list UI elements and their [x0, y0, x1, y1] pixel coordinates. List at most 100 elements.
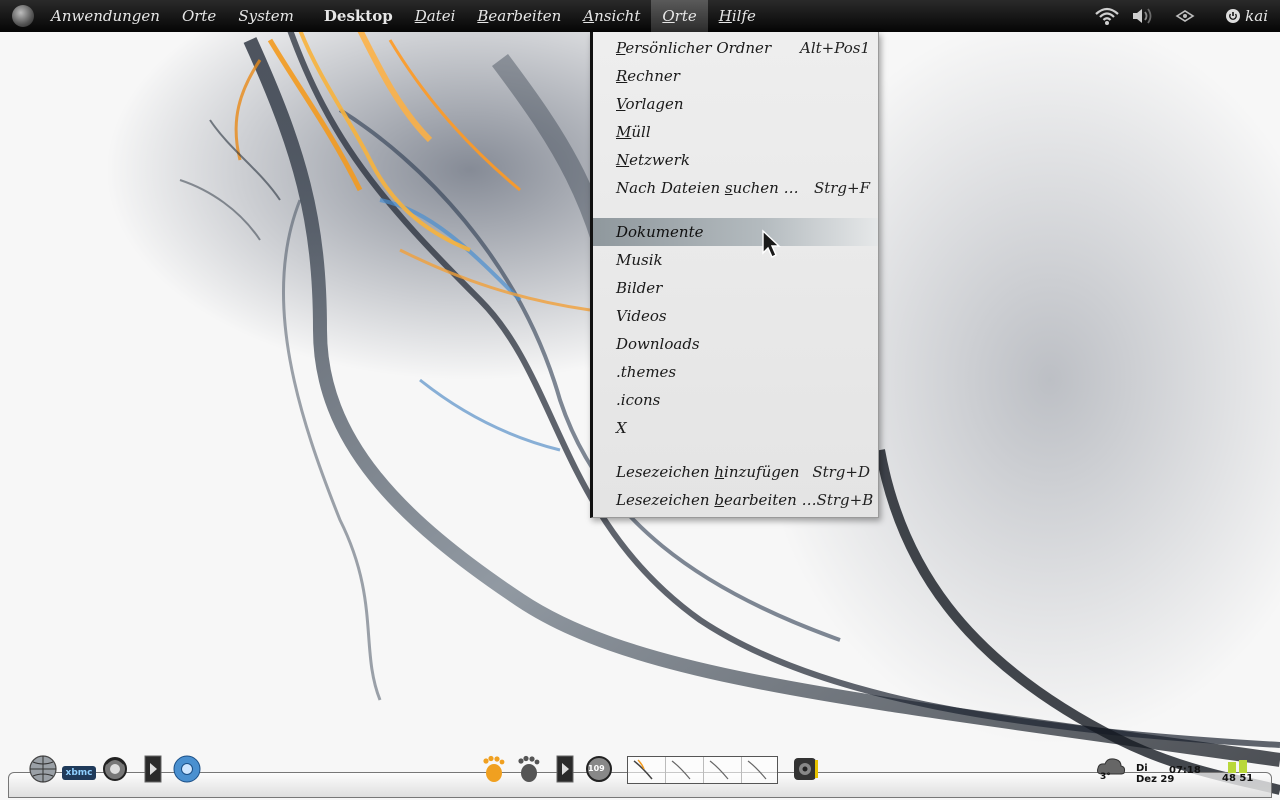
- menu-item-label: Nach Dateien suchen …: [616, 179, 799, 197]
- menu-item-lesezeichen-hinzufuegen[interactable]: Lesezeichen hinzufügen Strg+D: [593, 458, 878, 486]
- menu-item-themes[interactable]: .themes: [593, 358, 878, 386]
- menu-item-netzwerk[interactable]: Netzwerk: [593, 146, 878, 174]
- label-rest: orlagen: [625, 95, 684, 113]
- mnemonic: R: [616, 67, 628, 85]
- menu-item-lesezeichen-bearbeiten[interactable]: Lesezeichen bearbeiten … Strg+B: [593, 486, 878, 514]
- menu-item-x[interactable]: X: [593, 414, 878, 442]
- video-player-icon[interactable]: [550, 754, 580, 784]
- xbmc-label: xbmc: [62, 766, 96, 780]
- mnemonic: P: [616, 39, 626, 57]
- menu-label: atei: [426, 7, 456, 25]
- power-icon: [1226, 9, 1241, 23]
- xbmc-launcher[interactable]: xbmc: [62, 754, 96, 784]
- gnome-foot-orange-icon[interactable]: [478, 754, 508, 784]
- menu-item-videos[interactable]: Videos: [593, 302, 878, 330]
- mnemonic: A: [583, 7, 595, 25]
- label-rest: inzufügen: [724, 463, 800, 481]
- label-rest: üll: [631, 123, 651, 141]
- menu-item-label: .themes: [616, 363, 677, 381]
- mnemonic: M: [616, 123, 632, 141]
- menu-datei[interactable]: Datei: [404, 0, 467, 32]
- update-count: 109: [588, 764, 605, 773]
- user-menu[interactable]: kai: [1226, 7, 1268, 25]
- menu-item-vorlagen[interactable]: Vorlagen: [593, 90, 878, 118]
- workspace-3[interactable]: [704, 757, 742, 783]
- active-app-name: Desktop: [323, 7, 393, 25]
- workspace-2[interactable]: [666, 757, 704, 783]
- menu-ansicht[interactable]: Ansicht: [572, 0, 651, 32]
- menu-item-dateien-suchen[interactable]: Nach Dateien suchen … Strg+F: [593, 174, 878, 202]
- label-rest: echner: [627, 67, 680, 85]
- menu-item-label: Netzwerk: [616, 151, 690, 169]
- globe-icon[interactable]: [28, 754, 58, 784]
- menu-item-label: Bilder: [616, 279, 663, 297]
- gear-headset-icon[interactable]: [100, 754, 130, 784]
- shortcut-label: Strg+B: [816, 491, 874, 509]
- workspace-4[interactable]: [742, 757, 779, 783]
- orte-dropdown-menu: Persönlicher Ordner Alt+Pos1 Rechner Vor…: [590, 32, 879, 518]
- label-start: Nach Dateien: [616, 179, 725, 197]
- menu-item-dokumente[interactable]: Dokumente: [593, 218, 878, 246]
- menu-item-label: Downloads: [616, 335, 700, 353]
- menu-item-label: Lesezeichen hinzufügen: [616, 463, 799, 481]
- mnemonic: s: [724, 179, 733, 197]
- shortcut-label: Strg+D: [812, 463, 870, 481]
- menu-item-label: X: [616, 419, 627, 437]
- label-rest: ersönlicher Ordner: [625, 39, 772, 57]
- speaker-icon[interactable]: [790, 754, 820, 784]
- chromium-icon[interactable]: [172, 754, 202, 784]
- menu-item-downloads[interactable]: Downloads: [593, 330, 878, 358]
- menu-item-label: Vorlagen: [616, 95, 684, 113]
- menu-item-bilder[interactable]: Bilder: [593, 274, 878, 302]
- menu-item-musik[interactable]: Musik: [593, 246, 878, 274]
- cpu-monitor[interactable]: 48 51: [1222, 757, 1253, 784]
- network-manager-icon[interactable]: [1175, 0, 1195, 32]
- menu-item-label: Dokumente: [616, 223, 704, 241]
- weather-temperature: 3°: [1100, 772, 1111, 782]
- media-player-icon[interactable]: [138, 754, 168, 784]
- cpu-bar-1: [1228, 762, 1237, 773]
- label-start: Lesezeichen: [616, 491, 715, 509]
- menu-bearbeiten[interactable]: Bearbeiten: [466, 0, 572, 32]
- top-panel: Anwendungen Orte System Desktop Datei Be…: [0, 0, 1280, 32]
- mnemonic: N: [616, 151, 630, 169]
- system-tray: kai: [1089, 0, 1280, 32]
- mnemonic: B: [477, 7, 489, 25]
- menu-label: nsicht: [594, 7, 641, 25]
- mnemonic: H: [718, 7, 732, 25]
- mnemonic: O: [662, 7, 675, 25]
- menu-item-icons[interactable]: .icons: [593, 386, 878, 414]
- mnemonic: D: [414, 7, 427, 25]
- shortcut-label: Alt+Pos1: [800, 39, 870, 57]
- mouse-cursor-icon: [761, 229, 783, 263]
- menu-item-label: Musik: [616, 251, 663, 269]
- menu-hilfe[interactable]: Hilfe: [708, 0, 767, 32]
- clock-time[interactable]: 07:18: [1169, 765, 1201, 776]
- menu-orte[interactable]: Orte: [651, 0, 708, 32]
- menu-label: earbeiten: [488, 7, 562, 25]
- menu-item-label: Müll: [616, 123, 651, 141]
- gnome-foot-icon[interactable]: [12, 5, 34, 27]
- menu-system[interactable]: System: [227, 0, 305, 32]
- cpu-bars: [1222, 757, 1253, 773]
- menu-item-muell[interactable]: Müll: [593, 118, 878, 146]
- wifi-icon[interactable]: [1094, 0, 1120, 32]
- menu-item-persoenlicher-ordner[interactable]: Persönlicher Ordner Alt+Pos1: [593, 34, 878, 62]
- menu-label: ilfe: [731, 7, 756, 25]
- menu-item-rechner[interactable]: Rechner: [593, 62, 878, 90]
- mnemonic: b: [714, 491, 724, 509]
- update-manager-icon[interactable]: 109: [584, 754, 614, 784]
- volume-icon[interactable]: [1130, 0, 1154, 32]
- menu-item-label: .icons: [616, 391, 661, 409]
- menu-orte-main[interactable]: Orte: [171, 0, 227, 32]
- label-start: Lesezeichen: [616, 463, 715, 481]
- menu-item-label: Videos: [616, 307, 667, 325]
- workspace-1[interactable]: [628, 757, 666, 783]
- workspace-switcher: [627, 756, 778, 784]
- menu-anwendungen[interactable]: Anwendungen: [40, 0, 171, 32]
- gnome-foot-gray-icon[interactable]: [513, 754, 543, 784]
- mnemonic: h: [714, 463, 725, 481]
- menu-label: rte: [674, 7, 697, 25]
- menu-item-label: Persönlicher Ordner: [616, 39, 771, 57]
- cpu-bar-2: [1239, 760, 1248, 773]
